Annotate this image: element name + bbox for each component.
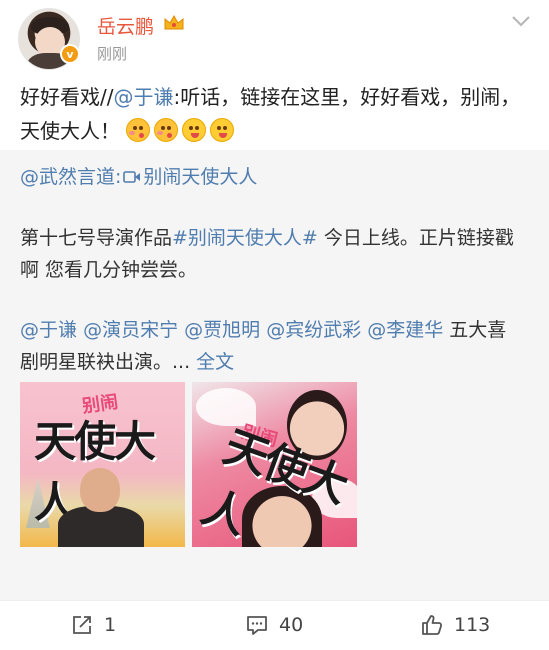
reposted-card[interactable]: @武然言道: 别闹天使大人 第十七号导演作品#别闹天使大人# 今日上线。正片链接戳… — [0, 150, 549, 600]
repost-header: @武然言道: 别闹天使大人 — [20, 162, 257, 189]
comment-button[interactable]: 40 — [245, 613, 303, 637]
mention-link[interactable]: @于谦 — [113, 85, 173, 109]
mention-link[interactable]: @李建华 — [367, 319, 443, 341]
like-count: 113 — [454, 614, 491, 636]
video-icon — [123, 171, 141, 183]
poster-image-1[interactable]: 别闹 天使大人 — [20, 382, 185, 547]
comment-count: 40 — [279, 614, 304, 636]
repost-icon — [73, 616, 91, 634]
mention-link[interactable]: @宾纷武彩 — [266, 319, 361, 341]
like-button[interactable]: 113 — [420, 613, 490, 637]
kiss-emoji-icon — [154, 118, 179, 142]
post-content: 好好看戏//@于谦:听话，链接在这里，好好看戏，别闹，天使大人！ — [20, 80, 530, 148]
full-text-link[interactable]: 全文 — [196, 351, 234, 373]
repost-separator: : — [115, 166, 122, 188]
kiss-emoji-icon — [126, 118, 151, 142]
mention-link[interactable]: @贾旭明 — [184, 319, 260, 341]
action-bar: 1 40 113 — [0, 600, 549, 650]
video-link[interactable]: 别闹天使大人 — [143, 166, 257, 188]
timestamp: 刚刚 — [97, 45, 128, 63]
username[interactable]: 岳云鹏 — [97, 12, 154, 39]
hashtag-link[interactable]: #别闹天使大人# — [172, 227, 318, 249]
repost-text: 第十七号导演作品#别闹天使大人# 今日上线。正片链接戳啊 您看几分钟尝尝。 — [20, 222, 525, 286]
repost-mentions: @于谦 @演员宋宁 @贾旭明 @宾纷武彩 @李建华 五大喜剧明星联袂出演。...… — [20, 314, 525, 378]
repost-text-before: 第十七号导演作品 — [20, 227, 173, 249]
mention-link[interactable]: @于谦 — [20, 319, 77, 341]
repost-author-link[interactable]: @武然言道 — [20, 166, 115, 188]
chevron-down-icon[interactable] — [511, 14, 531, 28]
like-icon — [422, 615, 443, 635]
poster-image-2[interactable]: 别闹 天使大人 — [192, 382, 357, 547]
tongue-emoji-icon — [182, 118, 207, 142]
poster-figure — [58, 468, 144, 547]
post-header: v 岳云鹏 刚刚 — [0, 0, 549, 70]
content-prefix: 好好看戏// — [20, 85, 114, 109]
verified-badge-icon: v — [60, 44, 80, 64]
mention-link[interactable]: @演员宋宁 — [83, 319, 178, 341]
crown-icon — [164, 14, 184, 30]
repost-count: 1 — [104, 614, 117, 636]
repost-button[interactable]: 1 — [70, 613, 116, 637]
comment-icon — [247, 616, 267, 635]
tongue-emoji-icon — [210, 118, 235, 142]
